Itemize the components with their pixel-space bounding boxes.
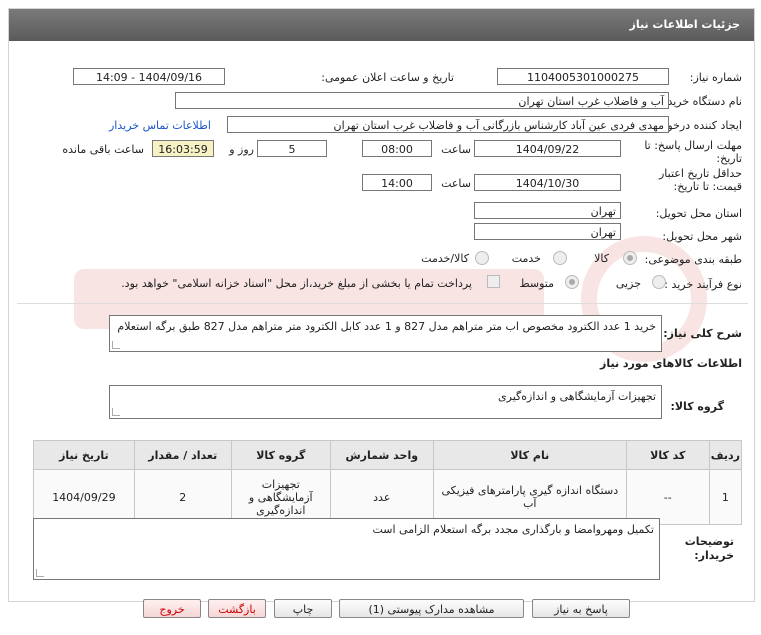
process-medium-label: متوسط [519, 277, 554, 290]
cell-group: تجهیزات آزمایشگاهی و اندازه‌گیری [230, 469, 331, 525]
goods-section-title: اطلاعات کالاهای مورد نیاز [600, 357, 742, 370]
city-field: تهران [474, 223, 621, 240]
province-field: تهران [474, 202, 621, 219]
category-service-radio[interactable] [553, 251, 567, 265]
col-group: گروه کالا [230, 440, 331, 470]
panel-title: جزئیات اطلاعات نیاز [629, 18, 741, 31]
back-button[interactable]: بازگشت [208, 599, 266, 618]
goods-group-field: تجهیزات آزمایشگاهی و اندازه‌گیری [109, 385, 662, 419]
goods-group-value: تجهیزات آزمایشگاهی و اندازه‌گیری [498, 390, 656, 403]
print-button[interactable]: چاپ [274, 599, 332, 618]
exit-button[interactable]: خروج [143, 599, 201, 618]
cell-unit: عدد [329, 469, 434, 525]
col-code: کد کالا [625, 440, 710, 470]
deadline-label-2: تاریخ: [716, 152, 742, 165]
buyer-notes-label-1: توضیحات [684, 535, 734, 548]
col-date: تاریخ نیاز [33, 440, 135, 470]
treasury-checkbox[interactable] [487, 275, 500, 288]
deadline-time-field: 08:00 [362, 140, 432, 157]
validity-time-field: 14:00 [362, 174, 432, 191]
reply-button[interactable]: پاسخ به نیاز [532, 599, 630, 618]
buyer-org-field: آب و فاضلاب غرب استان تهران [175, 92, 669, 109]
process-label: نوع فرآیند خرید : [664, 278, 742, 291]
resize-grip-icon[interactable] [112, 341, 120, 349]
province-label: استان محل تحویل: [655, 207, 742, 220]
items-table: ردیف کد کالا نام کالا واحد شمارش گروه کا… [33, 440, 743, 525]
announce-field: 1404/09/16 - 14:09 [73, 68, 225, 85]
cell-name: دستگاه اندازه گیری پارامترهای فیزیکی آب [432, 469, 627, 525]
category-both-radio[interactable] [475, 251, 489, 265]
process-medium-radio[interactable] [565, 275, 579, 289]
table-row[interactable]: 1 -- دستگاه اندازه گیری پارامترهای فیزیک… [33, 469, 743, 525]
attachments-button[interactable]: مشاهده مدارک پیوستی (1) [339, 599, 524, 618]
deadline-label-1: مهلت ارسال پاسخ: تا [644, 139, 742, 152]
category-label: طبقه بندی موضوعی: [644, 253, 742, 266]
page: جزئیات اطلاعات نیاز شماره نیاز: 11040053… [0, 0, 761, 635]
cell-qty: 2 [133, 469, 232, 525]
goods-group-label: گروه کالا: [670, 400, 724, 413]
announce-label: تاریخ و ساعت اعلان عمومی: [321, 71, 454, 84]
deadline-date-field: 1404/09/22 [474, 140, 621, 157]
buyer-notes-label-2: خریدار: [694, 549, 734, 562]
days-field: 5 [257, 140, 327, 157]
category-goods-label: کالا [594, 252, 609, 265]
buyer-notes-field: تکمیل ومهروامضا و بارگذاری مجدد برگه است… [33, 518, 660, 580]
category-service-label: خدمت [511, 252, 541, 265]
col-unit: واحد شمارش [329, 440, 434, 470]
cell-date: 1404/09/29 [33, 469, 135, 525]
process-minor-radio[interactable] [652, 275, 666, 289]
deadline-time-label: ساعت [441, 143, 471, 156]
col-row: ردیف [708, 440, 743, 470]
description-text: خرید 1 عدد الکترود مخصوص اب متر متراهم م… [109, 315, 662, 352]
category-both-label: کالا/خدمت [421, 252, 469, 265]
validity-time-label: ساعت [441, 177, 471, 190]
need-number-field: 1104005301000275 [497, 68, 669, 85]
validity-label-1: حداقل تاریخ اعتبار [658, 167, 742, 180]
need-number-label: شماره نیاز: [689, 71, 742, 84]
col-qty: تعداد / مقدار [133, 440, 232, 470]
resize-grip-icon-2[interactable] [112, 408, 120, 416]
panel-header: جزئیات اطلاعات نیاز [9, 9, 754, 41]
remaining-label: ساعت باقی مانده [62, 143, 144, 156]
creator-field: مهدی فردی عین آباد کارشناس بازرگانی آب و… [227, 116, 669, 133]
payment-note: پرداخت تمام یا بخشی از مبلغ خرید،از محل … [121, 277, 472, 290]
days-label: روز و [229, 143, 254, 156]
remaining-time-field: 16:03:59 [152, 140, 214, 157]
description-content: خرید 1 عدد الکترود مخصوص اب متر متراهم م… [117, 320, 656, 333]
validity-label-2: قیمت: تا تاریخ: [673, 180, 742, 193]
description-label: شرح کلی نیاز: [663, 327, 742, 340]
validity-date-field: 1404/10/30 [474, 174, 621, 191]
buyer-notes-text: تکمیل ومهروامضا و بارگذاری مجدد برگه است… [372, 523, 654, 536]
details-panel: جزئیات اطلاعات نیاز شماره نیاز: 11040053… [8, 8, 755, 602]
city-label: شهر محل تحویل: [662, 230, 742, 243]
process-minor-label: جزیی [615, 277, 641, 290]
col-name: نام کالا [432, 440, 627, 470]
contact-buyer-link[interactable]: اطلاعات تماس خریدار [109, 119, 211, 132]
cell-row: 1 [708, 469, 743, 525]
divider-top [17, 303, 748, 304]
table-header-row: ردیف کد کالا نام کالا واحد شمارش گروه کا… [33, 440, 743, 470]
cell-code: -- [625, 469, 710, 525]
category-goods-radio[interactable] [623, 251, 637, 265]
resize-grip-icon-3[interactable] [36, 569, 44, 577]
